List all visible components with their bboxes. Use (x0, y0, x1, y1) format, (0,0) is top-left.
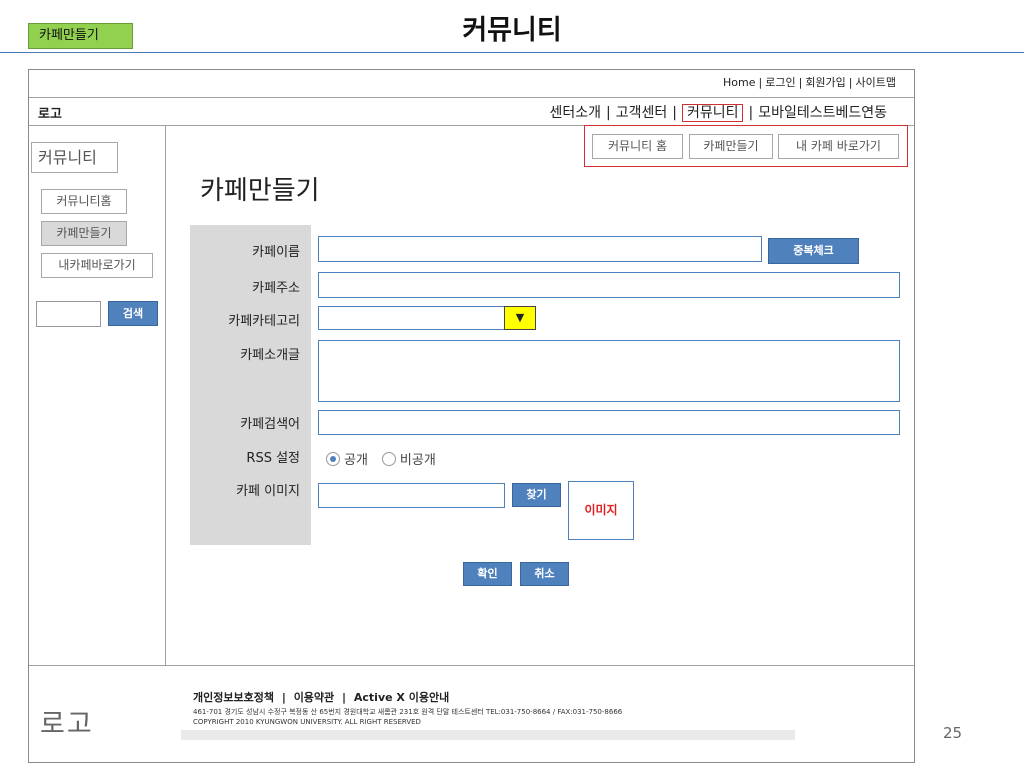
sidebar-search-button[interactable]: 검색 (108, 301, 158, 326)
footer-link-activex[interactable]: Active X 이용안내 (354, 691, 449, 704)
page-title: 카페만들기 (200, 176, 320, 206)
radio-public[interactable] (326, 451, 340, 466)
util-divider (29, 97, 914, 98)
gnb-item-mobile-testbed[interactable]: 모바일테스트베드연동 (758, 105, 887, 121)
cafe-image-path-input[interactable] (318, 483, 505, 508)
label-cafe-category: 카페카테고리 (228, 314, 300, 329)
header-logo[interactable]: 로고 (38, 103, 62, 122)
sidebar-item-create-cafe[interactable]: 카페만들기 (41, 221, 127, 246)
sidebar-title: 커뮤니티 (31, 142, 118, 173)
footer-link-terms[interactable]: 이용약관 (294, 691, 334, 704)
footer-link-privacy[interactable]: 개인정보보호정책 (193, 691, 274, 704)
footer-bar (181, 730, 795, 740)
rss-radio-group: 공개 비공개 (326, 449, 436, 468)
footer-divider (29, 665, 914, 666)
sidebar-item-community-home[interactable]: 커뮤니티홈 (41, 189, 127, 214)
gnb-item-community[interactable]: 커뮤니티 (681, 104, 744, 122)
util-link-sitemap[interactable]: 사이트맵 (856, 76, 896, 89)
sidebar-divider (165, 126, 166, 665)
global-nav: 센터소개 | 고객센터 | 커뮤니티 | 모바일테스트베드연동 (549, 104, 887, 122)
label-cafe-image: 카페 이미지 (236, 484, 300, 499)
label-rss: RSS 설정 (246, 451, 300, 466)
gnb-item-center[interactable]: 센터소개 (549, 105, 601, 121)
footer-links: 개인정보보호정책 | 이용약관 | Active X 이용안내 (193, 691, 450, 704)
label-cafe-address: 카페주소 (252, 281, 300, 296)
tab-my-cafe[interactable]: 내 카페 바로가기 (778, 134, 899, 159)
cafe-keyword-input[interactable] (318, 410, 900, 435)
cancel-button[interactable]: 취소 (520, 562, 569, 586)
label-cafe-name: 카페이름 (252, 245, 300, 260)
tab-create-cafe[interactable]: 카페만들기 (689, 134, 773, 159)
sidebar-search-input[interactable] (36, 301, 101, 327)
confirm-button[interactable]: 확인 (463, 562, 512, 586)
slide-title: 커뮤니티 (462, 15, 562, 46)
tab-community-home[interactable]: 커뮤니티 홈 (592, 134, 683, 159)
cafe-category-select[interactable] (318, 306, 505, 330)
util-link-signup[interactable]: 회원가입 (805, 76, 845, 89)
cafe-address-input[interactable] (318, 272, 900, 298)
footer-address: 461-701 경기도 성남시 수정구 복정동 산 65번지 경원대학교 새롬관… (193, 708, 623, 716)
utility-nav: Home | 로그인 | 회원가입 | 사이트맵 (723, 76, 896, 89)
radio-public-label: 공개 (344, 453, 368, 468)
gnb-item-support[interactable]: 고객센터 (616, 105, 668, 121)
footer-address-block: 461-701 경기도 성남시 수정구 복정동 산 65번지 경원대학교 새롬관… (193, 707, 622, 727)
footer-copyright: COPYRIGHT 2010 KYUNGWON UNIVERSITY. ALL … (193, 718, 421, 726)
label-cafe-intro: 카페소개글 (240, 348, 300, 363)
cafe-name-input[interactable] (318, 236, 762, 262)
cafe-intro-textarea[interactable] (318, 340, 900, 402)
util-link-home[interactable]: Home (723, 76, 755, 89)
title-divider (0, 52, 1024, 53)
footer-logo: 로고 (40, 709, 94, 740)
find-file-button[interactable]: 찾기 (512, 483, 561, 507)
util-link-login[interactable]: 로그인 (765, 76, 795, 89)
label-cafe-keyword: 카페검색어 (240, 417, 300, 432)
page-number: 25 (943, 724, 963, 742)
image-preview: 이미지 (568, 481, 634, 540)
radio-private-label: 비공개 (399, 453, 436, 468)
duplicate-check-button[interactable]: 중복체크 (768, 238, 859, 264)
sidebar-item-my-cafe[interactable]: 내카페바로가기 (41, 253, 153, 278)
dropdown-arrow-icon[interactable]: ▼ (504, 306, 536, 330)
radio-private[interactable] (381, 451, 396, 466)
